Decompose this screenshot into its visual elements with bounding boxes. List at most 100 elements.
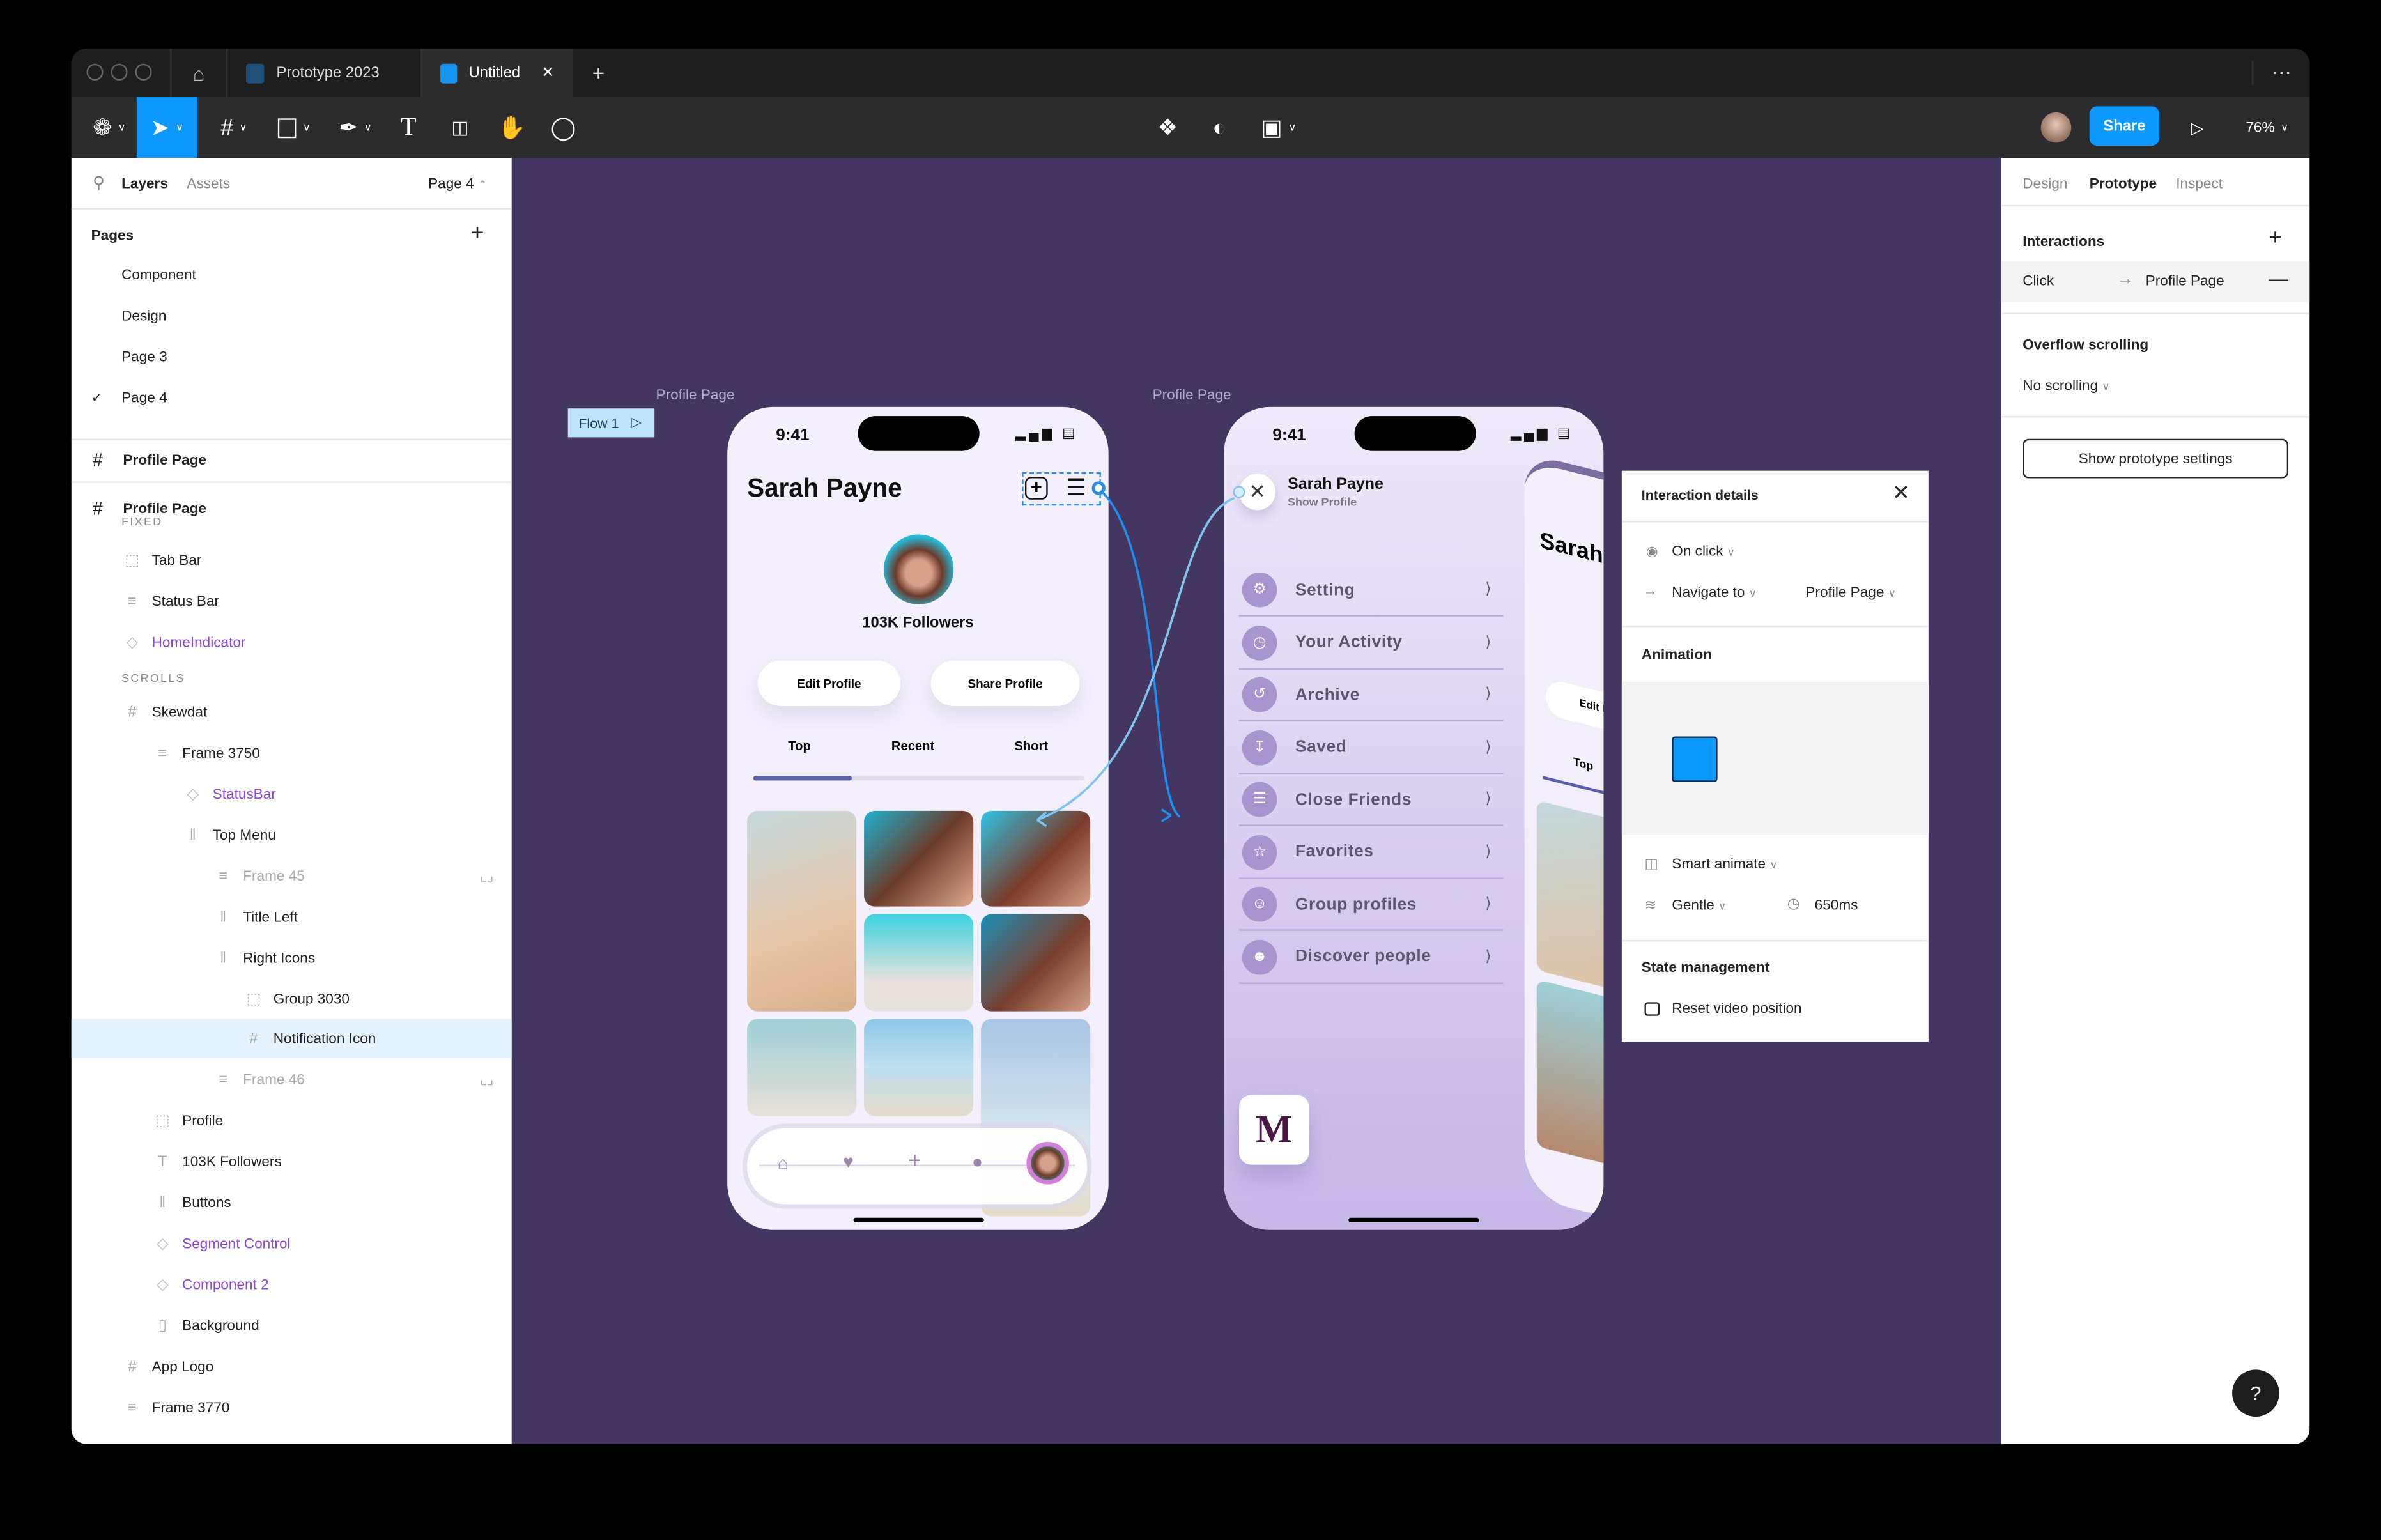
tab-inspect[interactable]: Inspect: [2176, 176, 2223, 193]
user-avatar[interactable]: [2040, 112, 2072, 143]
page-item[interactable]: Design: [72, 296, 512, 335]
stack-icon: ≡: [127, 1399, 137, 1416]
add-interaction-icon[interactable]: +: [2269, 225, 2282, 250]
layer-frame-profile-page[interactable]: # Profile Page: [72, 440, 512, 480]
duration-input[interactable]: 650ms: [1815, 897, 1858, 914]
page-label: Component: [121, 266, 196, 284]
layer-item[interactable]: ‖ Buttons: [72, 1183, 512, 1222]
layer-item[interactable]: ≡ Frame 45 ⌞⌟: [72, 856, 512, 896]
boolean-button[interactable]: ▣ ∨: [1252, 97, 1304, 158]
hidden-eye-icon[interactable]: ⌞⌟: [480, 868, 493, 884]
layer-label: Title Left: [243, 909, 298, 926]
home-icon[interactable]: ⌂: [170, 49, 226, 98]
layer-item[interactable]: # Notification Icon: [71, 1019, 512, 1059]
layer-item[interactable]: ⬚ Group 3030: [72, 980, 512, 1019]
layer-item[interactable]: ▯ Background: [72, 1306, 512, 1346]
hstack-icon: ‖: [189, 826, 196, 844]
frame-tool-button[interactable]: # ∨: [208, 97, 260, 158]
show-prototype-settings-button[interactable]: Show prototype settings: [2023, 438, 2289, 479]
layer-item[interactable]: ◇ StatusBar: [72, 774, 512, 814]
layer-item[interactable]: ≡ Frame 3770: [72, 1388, 512, 1428]
file-icon: [440, 63, 457, 83]
easing-dropdown[interactable]: Gentle ∨: [1672, 897, 1726, 914]
layer-item[interactable]: ◇ Segment Control: [72, 1224, 512, 1263]
close-window-icon[interactable]: [86, 63, 104, 81]
layer-item[interactable]: ◇ HomeIndicator: [72, 622, 512, 662]
page-item[interactable]: Component: [72, 255, 512, 295]
destination-dropdown[interactable]: Profile Page ∨: [1805, 585, 1895, 601]
pen-tool-button[interactable]: ✒ ∨: [330, 97, 381, 158]
trigger-dropdown[interactable]: On click ∨: [1672, 544, 1735, 560]
move-tool-button[interactable]: ➤ ∨: [136, 97, 197, 158]
hidden-eye-icon[interactable]: ⌞⌟: [480, 1071, 493, 1088]
layer-item[interactable]: # App Logo: [72, 1347, 512, 1387]
figma-window: ⌂ Prototype 2023 Untitled ✕ + ⋯ ❁ ∨ ➤ ∨ # ∨ …: [71, 49, 2310, 1444]
canvas[interactable]: Profile Page Profile Page Flow 1 ▷ 9:41 ▂…: [511, 158, 2001, 1444]
destination-value: Profile Page: [1805, 584, 1884, 602]
component-icon: ◇: [157, 1235, 169, 1252]
close-icon[interactable]: ✕: [1892, 480, 1910, 505]
layer-item[interactable]: ≡ Status Bar: [72, 581, 512, 621]
tab-design[interactable]: Design: [2023, 176, 2067, 193]
layer-label: 103K Followers: [182, 1153, 282, 1170]
close-tab-icon[interactable]: ✕: [541, 65, 554, 81]
layer-item[interactable]: ≡ Frame 3750: [72, 734, 512, 773]
reset-video-checkbox[interactable]: [1644, 1002, 1660, 1016]
chevron-down-icon: ∨: [1718, 902, 1727, 913]
action-dropdown[interactable]: Navigate to ∨: [1672, 585, 1757, 601]
comment-tool-button[interactable]: ◯: [545, 97, 582, 158]
search-icon[interactable]: ⚲: [93, 173, 105, 193]
main-menu-button[interactable]: ❁ ∨: [84, 97, 135, 158]
hstack-icon: ‖: [220, 909, 227, 926]
layer-item[interactable]: # Skewdat: [72, 693, 512, 732]
layers-tab[interactable]: Layers: [121, 176, 168, 193]
connection-arrow[interactable]: [1100, 489, 1181, 818]
maximize-window-icon[interactable]: [135, 63, 152, 81]
page-item[interactable]: Page 3: [72, 337, 512, 377]
layer-item[interactable]: ‖ Top Menu: [72, 815, 512, 855]
remove-interaction-icon[interactable]: —: [2269, 267, 2288, 290]
window-controls[interactable]: [86, 63, 152, 81]
hstack-icon: ‖: [159, 1194, 166, 1212]
layer-label: Frame 3770: [151, 1399, 230, 1416]
component-button[interactable]: ❖: [1150, 97, 1186, 158]
stack-icon: ≡: [127, 592, 137, 610]
page-item[interactable]: ✓ Page 4: [72, 378, 512, 418]
share-button[interactable]: Share: [2089, 106, 2160, 146]
chevron-down-icon: ∨: [1769, 861, 1778, 872]
layer-item[interactable]: ‖ Right Icons: [72, 939, 512, 978]
contrast-button[interactable]: ◐: [1201, 97, 1238, 158]
check-icon: ✓: [91, 389, 103, 405]
layer-label: Right Icons: [243, 950, 316, 967]
assets-tab[interactable]: Assets: [187, 176, 230, 193]
overflow-dropdown[interactable]: No scrolling ∨: [2023, 378, 2109, 395]
resources-button[interactable]: ◫: [442, 97, 478, 158]
more-icon[interactable]: ⋯: [2252, 61, 2292, 86]
minimize-window-icon[interactable]: [111, 63, 128, 81]
layer-item[interactable]: ‖ Title Left: [72, 897, 512, 937]
help-button[interactable]: ?: [2232, 1369, 2279, 1417]
zoom-dropdown[interactable]: 76% ∨: [2237, 97, 2297, 158]
shape-tool-button[interactable]: ∨: [269, 97, 321, 158]
trigger-value: On click: [1672, 543, 1723, 560]
add-page-icon[interactable]: +: [471, 220, 484, 246]
layer-item[interactable]: ⬚ Tab Bar: [72, 541, 512, 580]
animation-title: Animation: [1641, 647, 1713, 664]
layer-item[interactable]: ⬚ Profile: [72, 1101, 512, 1141]
tab-prototype[interactable]: Prototype: [2090, 176, 2157, 193]
animation-type-dropdown[interactable]: Smart animate ∨: [1672, 856, 1777, 873]
layer-item[interactable]: T 103K Followers: [72, 1142, 512, 1182]
tab-bar: ⌂ Prototype 2023 Untitled ✕ + ⋯: [71, 49, 2310, 98]
layer-item[interactable]: ◇ Component 2: [72, 1265, 512, 1304]
interaction-row[interactable]: Click → Profile Page —: [2001, 261, 2310, 302]
text-tool-button[interactable]: T: [390, 97, 427, 158]
connection-arrow[interactable]: [1036, 497, 1235, 821]
layer-item[interactable]: ≡ Frame 46 ⌞⌟: [72, 1060, 512, 1100]
new-tab-button[interactable]: +: [574, 49, 622, 97]
page-selector[interactable]: Page 4 ⌃: [428, 176, 487, 193]
hand-tool-button[interactable]: ✋: [493, 97, 530, 158]
present-button[interactable]: ▷: [2182, 97, 2213, 158]
group-icon: ⬚: [125, 551, 139, 569]
tab-prototype-2023[interactable]: Prototype 2023: [226, 49, 435, 98]
tab-untitled[interactable]: Untitled ✕: [420, 49, 573, 98]
